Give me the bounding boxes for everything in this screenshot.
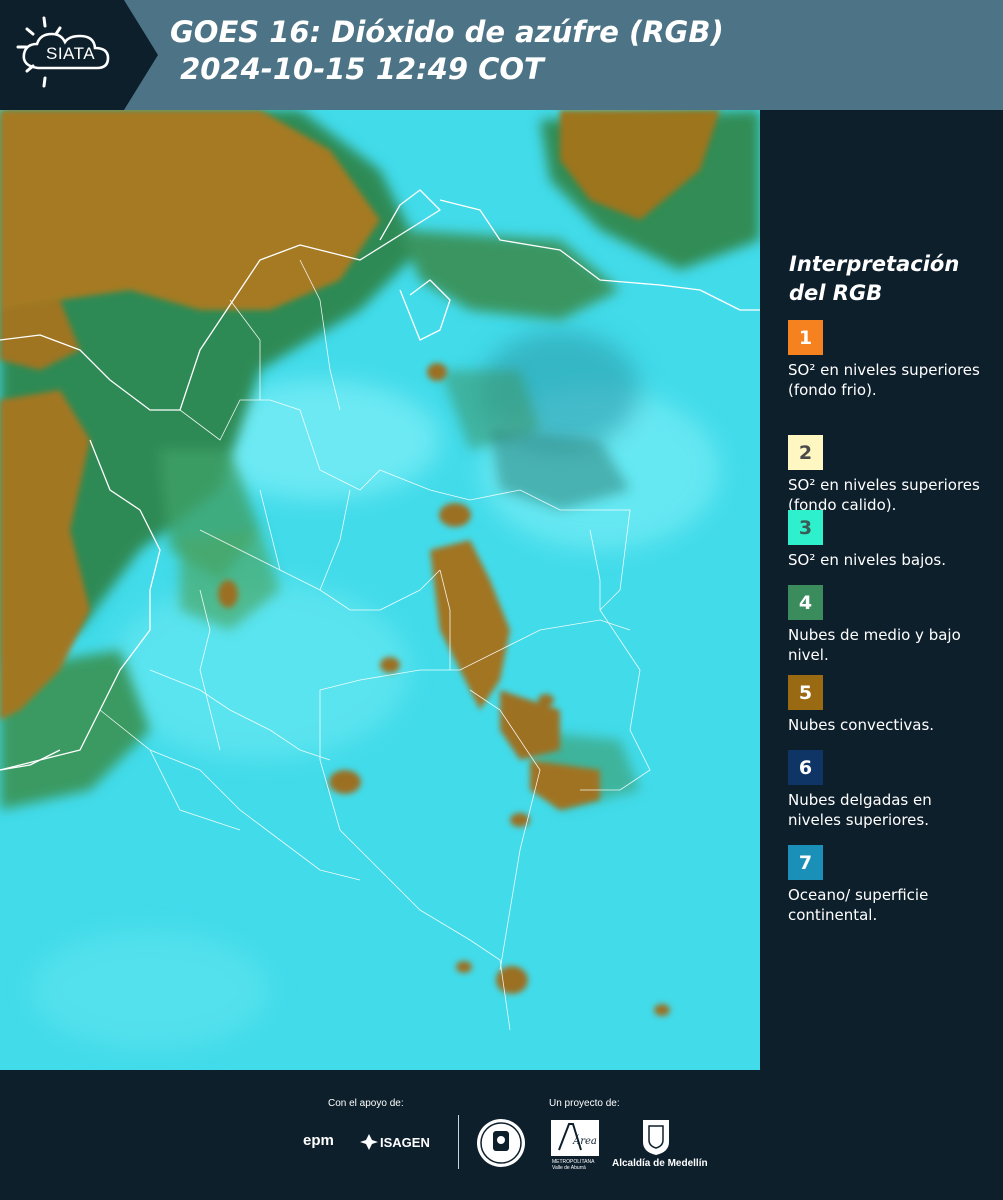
legend-swatch: 3 — [788, 510, 823, 545]
legend-item: 4 Nubes de medio y bajo nivel. — [788, 585, 988, 665]
legend-swatch: 2 — [788, 435, 823, 470]
isagen-mark-icon — [360, 1134, 378, 1150]
header-band: SIATA GOES 16: Dióxido de azúfre (RGB) 2… — [0, 0, 1003, 110]
legend-label: SO² en niveles superiores (fondo calido)… — [788, 476, 980, 514]
epm-logo[interactable]: epm — [303, 1132, 334, 1149]
legend-swatch: 4 — [788, 585, 823, 620]
legend-swatch: 5 — [788, 675, 823, 710]
legend-item: 3 SO² en niveles bajos. — [788, 510, 988, 570]
legend-swatch: 1 — [788, 320, 823, 355]
footer: Con el apoyo de: Un proyecto de: epm ISA… — [0, 1070, 1003, 1200]
satellite-map[interactable] — [0, 110, 760, 1070]
alcaldia-label: Alcaldía de Medellín — [612, 1158, 708, 1169]
legend-item: 2 SO² en niveles superiores (fondo calido… — [788, 435, 988, 515]
isagen-logo[interactable]: ISAGEN — [380, 1135, 430, 1150]
legend-item: 5 Nubes convectivas. — [788, 675, 988, 735]
legend-title: Interpretación del RGB — [789, 252, 960, 305]
title-line-1: GOES 16: Dióxido de azúfre (RGB) — [170, 15, 724, 49]
legend-item: 1 SO² en niveles superiores (fondo frio). — [788, 320, 988, 400]
logo-text: SIATA — [46, 44, 96, 63]
support-label: Con el apoyo de: — [328, 1098, 404, 1109]
legend-label: Nubes delgadas en niveles superiores. — [788, 791, 932, 829]
university-seal-icon[interactable] — [476, 1118, 526, 1168]
legend-item: 7 Oceano/ superficie continental. — [788, 845, 988, 925]
legend-label: SO² en niveles bajos. — [788, 551, 947, 569]
legend-label: Nubes de medio y bajo nivel. — [788, 626, 961, 664]
alcaldia-shield-icon[interactable] — [641, 1118, 671, 1156]
project-label: Un proyecto de: — [549, 1098, 620, 1109]
amva-wordmark: Área — [572, 1135, 597, 1147]
legend-swatch: 7 — [788, 845, 823, 880]
legend-panel: Interpretación del RGB 1 SO² en niveles s… — [760, 110, 1003, 1070]
amva-subtext: METROPOLITANA Valle de Aburrá — [552, 1159, 595, 1171]
legend-label: Oceano/ superficie continental. — [788, 886, 929, 924]
title-line-2: 2024-10-15 12:49 COT — [170, 52, 544, 86]
footer-divider — [458, 1115, 459, 1169]
legend-item: 6 Nubes delgadas en niveles superiores. — [788, 750, 988, 830]
legend-label: SO² en niveles superiores (fondo frio). — [788, 361, 980, 399]
legend-swatch: 6 — [788, 750, 823, 785]
amva-logo-icon[interactable]: Área — [551, 1120, 599, 1156]
map-image — [0, 110, 760, 1070]
legend-label: Nubes convectivas. — [788, 716, 935, 734]
siata-logo[interactable]: SIATA — [0, 0, 158, 110]
page-title: GOES 16: Dióxido de azúfre (RGB) 2024-10… — [170, 14, 724, 88]
